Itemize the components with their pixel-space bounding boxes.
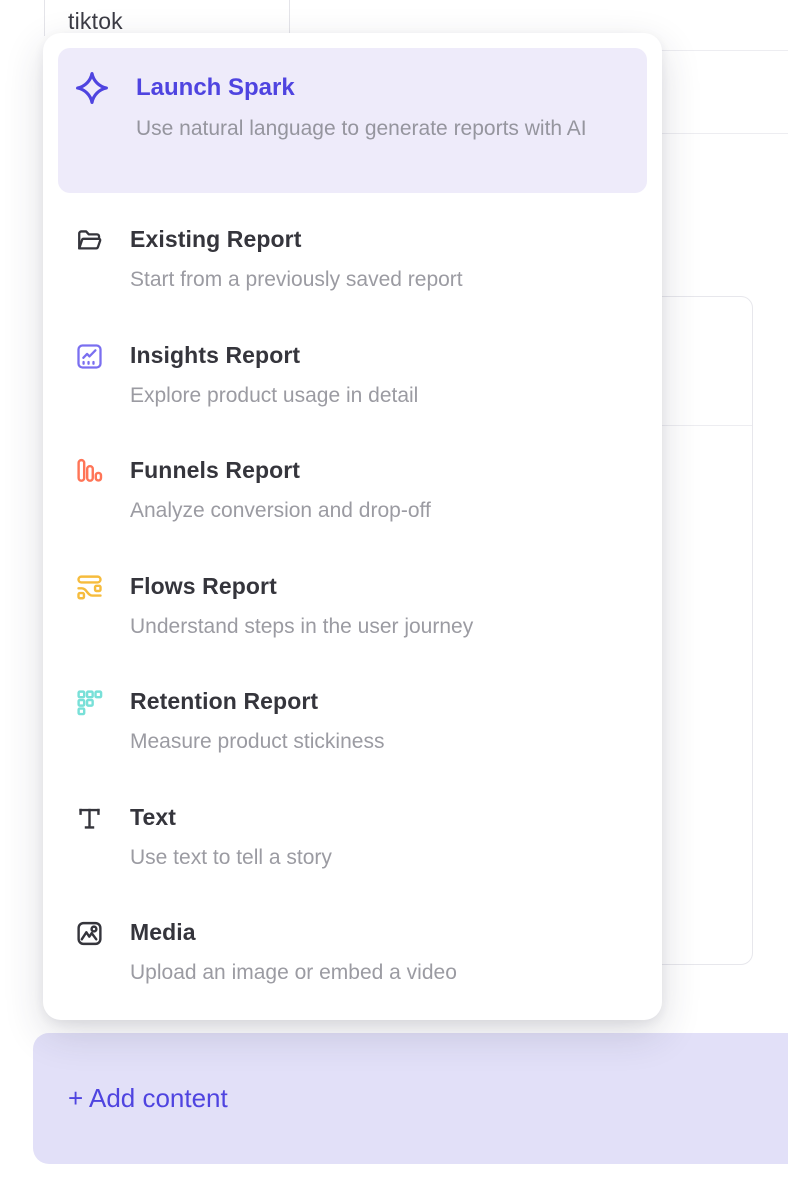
add-content-label: + Add content (68, 1083, 228, 1114)
menu-item-label: Flows Report (130, 572, 473, 600)
insights-chart-icon (74, 342, 104, 371)
menu-item-retention-report[interactable]: Retention Report Measure product stickin… (58, 687, 647, 803)
background-column-divider (44, 0, 45, 36)
menu-item-label: Media (130, 918, 457, 946)
menu-item-description: Upload an image or embed a video (130, 959, 457, 987)
menu-item-existing-report[interactable]: Existing Report Start from a previously … (58, 225, 647, 341)
menu-item-label: Retention Report (130, 687, 384, 715)
menu-item-label: Funnels Report (130, 456, 431, 484)
menu-item-description: Analyze conversion and drop-off (130, 497, 431, 525)
menu-item-funnels-report[interactable]: Funnels Report Analyze conversion and dr… (58, 456, 647, 572)
folder-open-icon (74, 226, 104, 255)
menu-item-description: Understand steps in the user journey (130, 613, 473, 641)
menu-item-insights-report[interactable]: Insights Report Explore product usage in… (58, 341, 647, 457)
add-content-button[interactable]: + Add content (33, 1033, 788, 1164)
media-image-icon (74, 919, 104, 948)
add-content-menu: Launch Spark Use natural language to gen… (43, 33, 662, 1020)
text-icon (74, 804, 104, 833)
menu-item-label: Launch Spark (136, 74, 587, 102)
flows-icon (74, 573, 104, 602)
menu-item-text[interactable]: Text Use text to tell a story (58, 803, 647, 919)
menu-item-launch-spark[interactable]: Launch Spark Use natural language to gen… (58, 48, 647, 193)
spark-icon (74, 70, 114, 106)
menu-item-description: Start from a previously saved report (130, 266, 463, 294)
menu-item-label: Insights Report (130, 341, 418, 369)
menu-item-description: Use natural language to generate reports… (136, 113, 587, 145)
menu-item-media[interactable]: Media Upload an image or embed a video (58, 918, 647, 1034)
menu-item-description: Explore product usage in detail (130, 382, 418, 410)
funnel-bars-icon (74, 457, 104, 486)
menu-item-flows-report[interactable]: Flows Report Understand steps in the use… (58, 572, 647, 688)
retention-grid-icon (74, 688, 104, 717)
menu-item-description: Measure product stickiness (130, 728, 384, 756)
menu-item-label: Text (130, 803, 332, 831)
menu-item-description: Use text to tell a story (130, 844, 332, 872)
background-cell-text: tiktok (68, 8, 123, 35)
menu-item-label: Existing Report (130, 225, 463, 253)
